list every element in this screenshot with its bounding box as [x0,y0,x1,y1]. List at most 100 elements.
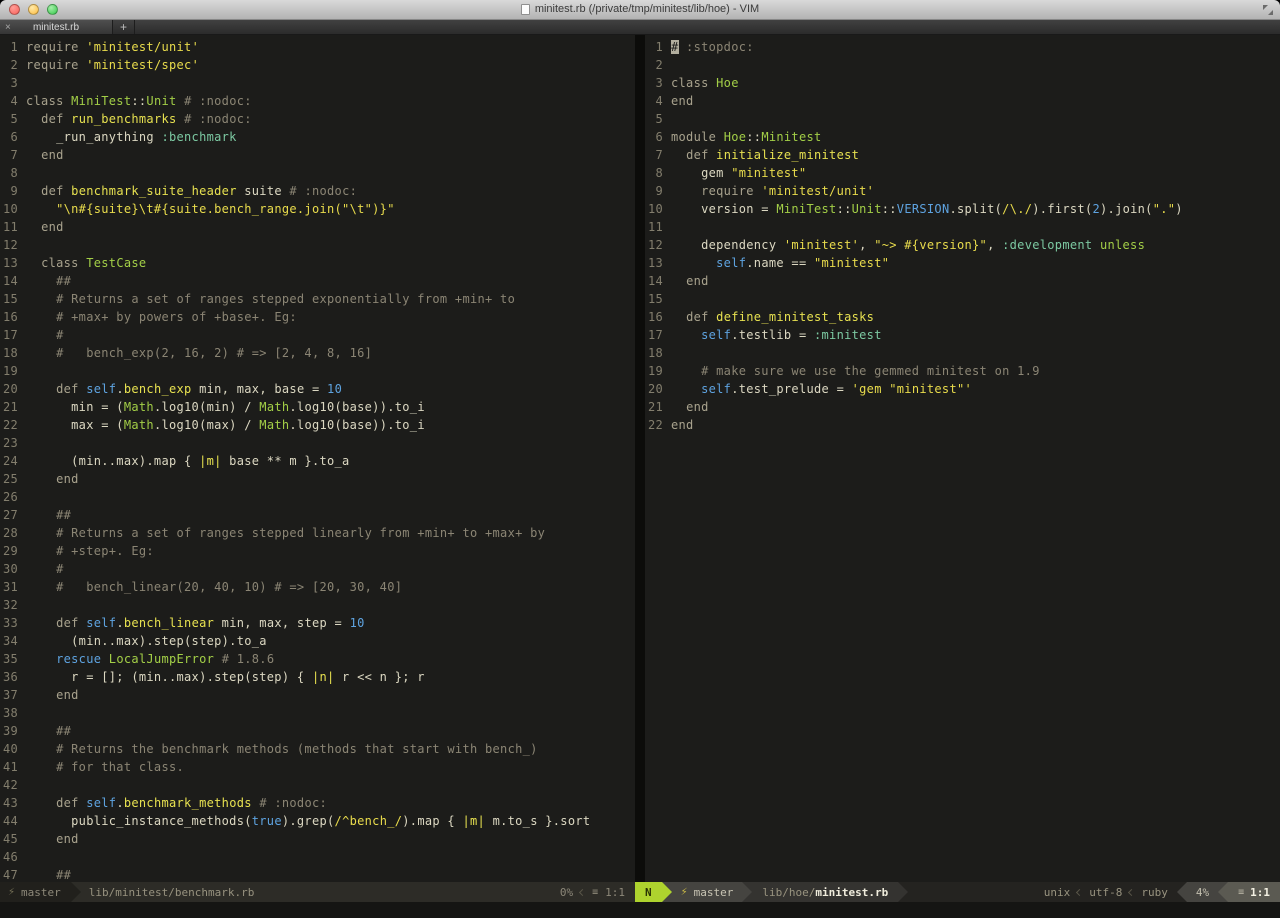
tab-close-icon[interactable]: × [5,20,11,34]
code-line[interactable]: 45 end [0,830,635,848]
token: .test_prelude = [731,382,851,396]
code-line[interactable]: 13 class TestCase [0,254,635,272]
code-line[interactable]: 8 gem "minitest" [645,164,1280,182]
code-line[interactable]: 2require 'minitest/spec' [0,56,635,74]
code-line[interactable]: 20 self.test_prelude = 'gem "minitest"' [645,380,1280,398]
code-line[interactable]: 16 def define_minitest_tasks [645,308,1280,326]
code-line[interactable]: 5 [645,110,1280,128]
token [26,724,56,738]
code-line[interactable]: 17 self.testlib = :minitest [645,326,1280,344]
code-line[interactable]: 20 def self.bench_exp min, max, base = 1… [0,380,635,398]
code-line[interactable]: 32 [0,596,635,614]
token: self [86,382,116,396]
code-line[interactable]: 15 # Returns a set of ranges stepped exp… [0,290,635,308]
code-line[interactable]: 23 [0,434,635,452]
code-line[interactable]: 13 self.name == "minitest" [645,254,1280,272]
code-line[interactable]: 46 [0,848,635,866]
code-line[interactable]: 18 [645,344,1280,362]
token: version = [671,202,776,216]
line-text: def benchmark_suite_header suite # :nodo… [26,182,357,200]
code-line[interactable]: 10 "\n#{suite}\t#{suite.bench_range.join… [0,200,635,218]
code-line[interactable]: 29 # +step+. Eg: [0,542,635,560]
code-line[interactable]: 9 def benchmark_suite_header suite # :no… [0,182,635,200]
token: rescue [56,652,101,666]
close-button[interactable] [9,4,20,15]
code-line[interactable]: 21 end [645,398,1280,416]
tab-minitest[interactable]: × minitest.rb [0,20,113,34]
code-line[interactable]: 38 [0,704,635,722]
code-line[interactable]: 41 # for that class. [0,758,635,776]
token: require [701,184,754,198]
token: Unit [146,94,176,108]
code-line[interactable]: 42 [0,776,635,794]
code-line[interactable]: 2 [645,56,1280,74]
code-line[interactable]: 31 # bench_linear(20, 40, 10) # => [20, … [0,578,635,596]
code-line[interactable]: 43 def self.benchmark_methods # :nodoc: [0,794,635,812]
code-line[interactable]: 30 # [0,560,635,578]
code-line[interactable]: 33 def self.bench_linear min, max, step … [0,614,635,632]
token [671,256,716,270]
code-line[interactable]: 27 ## [0,506,635,524]
code-line[interactable]: 10 version = MiniTest::Unit::VERSION.spl… [645,200,1280,218]
code-line[interactable]: 7 def initialize_minitest [645,146,1280,164]
new-tab-button[interactable]: + [113,20,135,34]
code-line[interactable]: 3 [0,74,635,92]
code-line[interactable]: 7 end [0,146,635,164]
token: min = ( [26,400,124,414]
code-line[interactable]: 18 # bench_exp(2, 16, 2) # => [2, 4, 8, … [0,344,635,362]
line-text: (min..max).map { |m| base ** m }.to_a [26,452,350,470]
line-number: 17 [0,326,26,344]
code-line[interactable]: 34 (min..max).step(step).to_a [0,632,635,650]
separator-icon [1076,888,1083,895]
code-line[interactable]: 35 rescue LocalJumpError # 1.8.6 [0,650,635,668]
token [671,382,701,396]
code-line[interactable]: 15 [645,290,1280,308]
code-line[interactable]: 22 max = (Math.log10(max) / Math.log10(b… [0,416,635,434]
zoom-button[interactable] [47,4,58,15]
minimize-button[interactable] [28,4,39,15]
code-line[interactable]: 11 [645,218,1280,236]
code-line[interactable]: 21 min = (Math.log10(min) / Math.log10(b… [0,398,635,416]
code-line[interactable]: 19 # make sure we use the gemmed minites… [645,362,1280,380]
code-line[interactable]: 6 _run_anything :benchmark [0,128,635,146]
code-line[interactable]: 4end [645,92,1280,110]
code-line[interactable]: 40 # Returns the benchmark methods (meth… [0,740,635,758]
code-line[interactable]: 24 (min..max).map { |m| base ** m }.to_a [0,452,635,470]
code-line[interactable]: 1require 'minitest/unit' [0,38,635,56]
code-line[interactable]: 1# :stopdoc: [645,38,1280,56]
code-line[interactable]: 11 end [0,218,635,236]
line-number: 20 [0,380,26,398]
code-line[interactable]: 12 dependency 'minitest', "~> #{version}… [645,236,1280,254]
code-line[interactable]: 37 end [0,686,635,704]
code-line[interactable]: 25 end [0,470,635,488]
line-number: 11 [645,218,671,236]
code-line[interactable]: 14 end [645,272,1280,290]
line-number: 4 [645,92,671,110]
token: ).map { [402,814,462,828]
code-line[interactable]: 47 ## [0,866,635,882]
code-line[interactable]: 28 # Returns a set of ranges stepped lin… [0,524,635,542]
code-line[interactable]: 22end [645,416,1280,434]
code-line[interactable]: 39 ## [0,722,635,740]
code-line[interactable]: 6module Hoe::Minitest [645,128,1280,146]
code-line[interactable]: 14 ## [0,272,635,290]
code-line[interactable]: 17 # [0,326,635,344]
code-line[interactable]: 5 def run_benchmarks # :nodoc: [0,110,635,128]
code-line[interactable]: 19 [0,362,635,380]
code-line[interactable]: 36 r = []; (min..max).step(step) { |n| r… [0,668,635,686]
fullscreen-icon[interactable] [1263,5,1273,15]
token: require [26,40,79,54]
file-name: minitest.rb [815,886,888,899]
code-line[interactable]: 8 [0,164,635,182]
code-line[interactable]: 12 [0,236,635,254]
code-line[interactable]: 44 public_instance_methods(true).grep(/^… [0,812,635,830]
split-divider[interactable] [635,35,645,882]
code-line[interactable]: 9 require 'minitest/unit' [645,182,1280,200]
token: "~> #{version}" [874,238,987,252]
line-text: (min..max).step(step).to_a [26,632,267,650]
code-line[interactable]: 16 # +max+ by powers of +base+. Eg: [0,308,635,326]
code-line[interactable]: 3class Hoe [645,74,1280,92]
code-line[interactable]: 26 [0,488,635,506]
token [26,760,56,774]
code-line[interactable]: 4class MiniTest::Unit # :nodoc: [0,92,635,110]
